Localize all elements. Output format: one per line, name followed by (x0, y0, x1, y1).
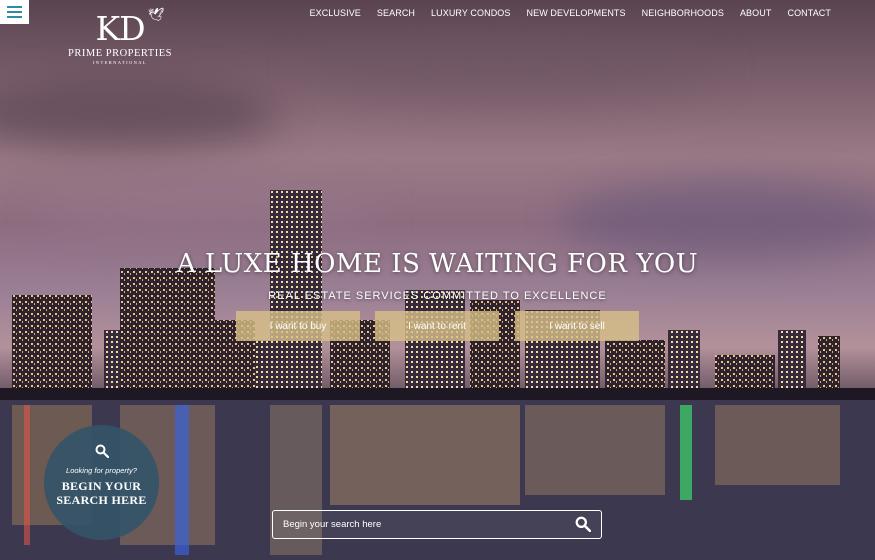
main-nav: EXCLUSIVE SEARCH LUXURY CONDOS NEW DEVEL… (309, 8, 831, 18)
rent-button[interactable]: I want to rent (375, 311, 499, 341)
search-icon (44, 444, 159, 461)
nav-item-luxury-condos[interactable]: LUXURY CONDOS (431, 8, 511, 18)
search-circle-question: Looking for property? (66, 466, 137, 475)
nav-item-new-developments[interactable]: NEW DEVELOPMENTS (527, 8, 626, 18)
brand-logo[interactable]: 🕊 KD PRIME PROPERTIES INTERNATIONAL (66, 7, 174, 65)
hero-tagline: REAL ESTATE SERVICES COMMITTED TO EXCELL… (268, 290, 607, 302)
hamburger-menu-icon[interactable] (0, 0, 29, 24)
nav-item-contact[interactable]: CONTACT (787, 8, 831, 18)
search-bar (272, 510, 602, 539)
search-circle-line1: BEGIN YOUR (61, 479, 142, 493)
search-circle-button[interactable]: Looking for property? BEGIN YOUR SEARCH … (44, 425, 159, 540)
hero-headline: A LUXE HOME IS WAITING FOR YOU (176, 249, 699, 279)
logo-name: PRIME PROPERTIES (68, 48, 172, 59)
nav-item-exclusive[interactable]: EXCLUSIVE (309, 8, 360, 18)
bird-icon: 🕊 (148, 7, 165, 22)
nav-item-about[interactable]: ABOUT (740, 8, 772, 18)
search-button-icon[interactable] (575, 516, 593, 534)
nav-item-search[interactable]: SEARCH (377, 8, 415, 18)
search-circle-line2: SEARCH HERE (56, 493, 147, 507)
buy-button[interactable]: I want to buy (236, 311, 360, 341)
nav-item-neighborhoods[interactable]: NEIGHBORHOODS (642, 8, 724, 18)
search-input[interactable] (273, 511, 563, 538)
sell-button[interactable]: I want to sell (515, 311, 639, 341)
logo-subtitle: INTERNATIONAL (92, 60, 148, 65)
